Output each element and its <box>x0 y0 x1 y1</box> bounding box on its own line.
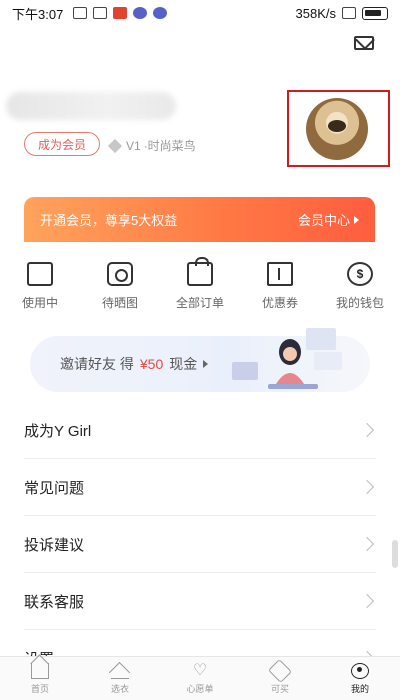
app-icon <box>113 7 128 19</box>
action-label: 使用中 <box>21 296 58 310</box>
status-notification-icons <box>73 7 168 19</box>
play-arrow-icon <box>354 215 359 224</box>
chevron-right-icon <box>359 593 375 609</box>
menu-item-label: 成为Y Girl <box>24 422 92 440</box>
net-speed: 358K/s <box>295 5 336 21</box>
wallet-icon <box>27 262 53 286</box>
status-time: 下午3:07 <box>12 6 64 22</box>
message-icon <box>73 7 88 19</box>
card-shape <box>306 328 336 350</box>
member-promo-text: 开通会员，尊享5大权益 <box>40 213 178 228</box>
menu-item-feedback[interactable]: 投诉建议 <box>24 516 376 573</box>
menu-item-label: 常见问题 <box>24 479 85 497</box>
action-to-post-photo[interactable]: 待晒图 <box>80 262 160 311</box>
floor-shape <box>268 384 318 389</box>
action-label: 我的钱包 <box>335 296 384 310</box>
nav-choose-clothes[interactable]: 选衣 <box>80 657 160 700</box>
heart-icon: ♡ <box>192 661 208 679</box>
nav-mine[interactable]: 我的 <box>320 657 400 700</box>
bottom-nav: 首页 选衣 ♡ 心愿单 可买 我的 <box>0 656 400 700</box>
action-label: 优惠券 <box>261 296 298 310</box>
menu-item-customer-service[interactable]: 联系客服 <box>24 573 376 630</box>
action-all-orders[interactable]: 全部订单 <box>160 257 240 311</box>
user-icon <box>351 662 369 679</box>
username-blurred <box>6 92 176 120</box>
member-banner[interactable]: 开通会员，尊享5大权益 会员中心 <box>24 197 375 242</box>
hanger-icon <box>111 663 129 679</box>
quick-actions: 使用中 待晒图 全部订单 优惠券 $ 我的钱包 <box>0 257 400 311</box>
camera-icon <box>107 262 133 286</box>
invite-illustration <box>232 328 342 389</box>
invite-label: 邀请好友 得 <box>60 356 134 372</box>
nav-home[interactable]: 首页 <box>0 657 80 700</box>
action-coupons[interactable]: 优惠券 <box>240 262 320 311</box>
notification-icon <box>93 7 108 19</box>
nav-label: 首页 <box>30 683 49 694</box>
menu-item-faq[interactable]: 常见问题 <box>24 459 376 516</box>
action-label: 待晒图 <box>101 296 138 310</box>
body-shape <box>276 373 304 384</box>
chevron-right-icon <box>359 536 375 552</box>
level-name: ·时尚菜鸟 <box>143 139 196 153</box>
chevron-right-icon <box>359 479 375 495</box>
play-icon <box>153 7 168 19</box>
status-right: 358K/s <box>296 6 388 21</box>
level-badge: V1 <box>126 138 141 153</box>
action-wallet[interactable]: $ 我的钱包 <box>320 262 400 311</box>
avatar[interactable] <box>306 98 368 160</box>
diamond-icon <box>107 138 123 153</box>
action-in-use[interactable]: 使用中 <box>0 262 80 311</box>
battery-icon <box>362 6 388 20</box>
menu-item-label: 联系客服 <box>24 593 85 611</box>
invite-suffix: 现金 <box>169 356 198 372</box>
mail-icon[interactable] <box>354 36 374 50</box>
invite-amount: ¥50 <box>139 356 164 372</box>
tag-icon <box>267 658 293 683</box>
menu-item-label: 投诉建议 <box>24 536 85 554</box>
invite-text: 邀请好友 得 ¥50 现金 <box>60 354 209 374</box>
member-center-link[interactable]: 会员中心 <box>298 210 359 229</box>
nav-buyable[interactable]: 可买 <box>240 657 320 700</box>
card-shape <box>314 352 342 370</box>
play-icon <box>133 7 148 19</box>
member-center-label: 会员中心 <box>297 213 350 228</box>
menu-item-y-girl[interactable]: 成为Y Girl <box>24 402 376 459</box>
wifi-icon <box>342 7 356 19</box>
nav-label: 可买 <box>270 683 289 694</box>
nav-wishlist[interactable]: ♡ 心愿单 <box>160 657 240 700</box>
nav-label: 心愿单 <box>186 683 214 694</box>
member-level: V1 ·时尚菜鸟 <box>107 137 196 154</box>
scrollbar[interactable] <box>392 540 398 568</box>
menu-list: 成为Y Girl 常见问题 投诉建议 联系客服 设置 <box>24 402 376 687</box>
ticket-icon <box>267 262 293 286</box>
become-member-button[interactable]: 成为会员 <box>24 132 100 156</box>
home-icon <box>31 662 49 679</box>
nav-label: 选衣 <box>110 683 129 694</box>
chevron-right-icon <box>359 422 375 438</box>
bag-icon <box>187 257 213 286</box>
nav-label: 我的 <box>350 683 369 694</box>
face-shape <box>283 347 297 361</box>
action-label: 全部订单 <box>175 296 224 310</box>
status-bar: 下午3:07 358K/s <box>0 0 400 26</box>
coin-icon: $ <box>347 262 373 286</box>
laptop-shape <box>232 362 258 380</box>
play-arrow-icon <box>203 360 209 368</box>
